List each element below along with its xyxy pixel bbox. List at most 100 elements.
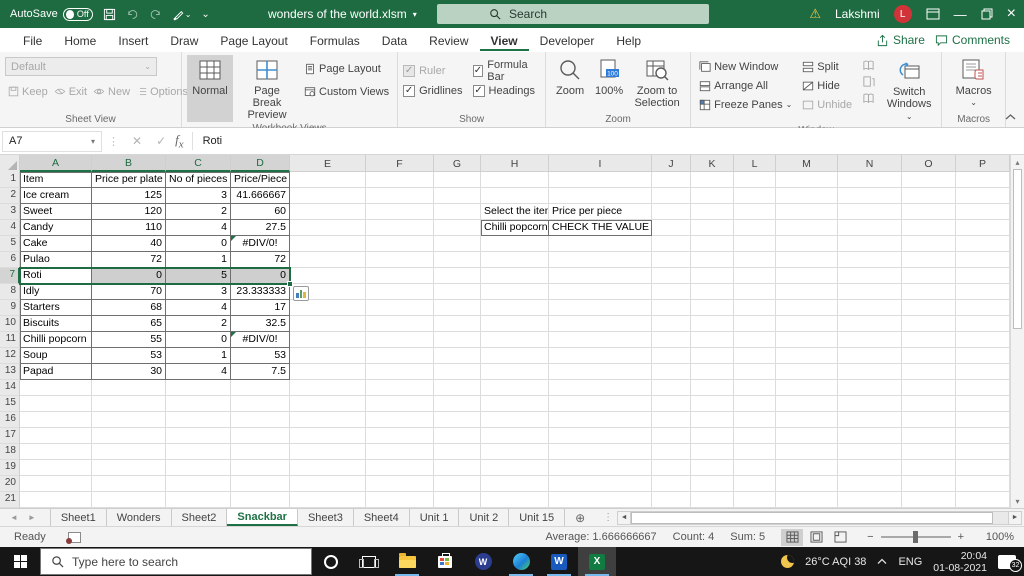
cell-G4[interactable] — [434, 220, 481, 236]
column-header-O[interactable]: O — [902, 155, 956, 172]
quick-analysis-button[interactable] — [293, 286, 309, 301]
cell-G8[interactable] — [434, 284, 481, 300]
restore-button[interactable] — [981, 8, 993, 20]
avatar[interactable]: L — [893, 5, 912, 23]
cell-C18[interactable] — [166, 444, 231, 460]
cell-F4[interactable] — [366, 220, 434, 236]
cell-E21[interactable] — [290, 492, 366, 508]
cell-D8[interactable]: 23.333333 — [231, 284, 290, 300]
cell-M7[interactable] — [776, 268, 838, 284]
switch-windows-button[interactable]: Switch Windows ⌄ — [882, 57, 936, 124]
tab-draw[interactable]: Draw — [159, 30, 209, 51]
formula-bar-checkbox[interactable]: ✓ Formula Bar — [472, 59, 541, 83]
cell-P8[interactable] — [956, 284, 1010, 300]
tab-formulas[interactable]: Formulas — [299, 30, 371, 51]
cell-H21[interactable] — [481, 492, 549, 508]
hide-button[interactable]: Hide — [799, 76, 855, 95]
cell-O13[interactable] — [902, 364, 956, 380]
cell-L2[interactable] — [734, 188, 776, 204]
cell-E11[interactable] — [290, 332, 366, 348]
comments-button[interactable]: Comments — [935, 33, 1010, 47]
cell-J17[interactable] — [652, 428, 691, 444]
sheet-tab-sheet1[interactable]: Sheet1 — [49, 509, 107, 526]
row-header-9[interactable]: 9 — [0, 300, 20, 316]
cell-F5[interactable] — [366, 236, 434, 252]
column-header-G[interactable]: G — [434, 155, 481, 172]
cell-D19[interactable] — [231, 460, 290, 476]
cell-F16[interactable] — [366, 412, 434, 428]
cell-I15[interactable] — [549, 396, 652, 412]
cell-I7[interactable] — [549, 268, 652, 284]
cell-A5[interactable]: Cake — [20, 236, 92, 252]
cell-L14[interactable] — [734, 380, 776, 396]
cell-L21[interactable] — [734, 492, 776, 508]
cell-I10[interactable] — [549, 316, 652, 332]
cell-G18[interactable] — [434, 444, 481, 460]
cell-A8[interactable]: Idly — [20, 284, 92, 300]
cell-L19[interactable] — [734, 460, 776, 476]
column-header-D[interactable]: D — [231, 155, 290, 172]
status-page-break-icon[interactable] — [829, 529, 851, 546]
cell-P2[interactable] — [956, 188, 1010, 204]
cell-L11[interactable] — [734, 332, 776, 348]
cell-P5[interactable] — [956, 236, 1010, 252]
cell-K17[interactable] — [691, 428, 734, 444]
cell-H6[interactable] — [481, 252, 549, 268]
horizontal-scroll-thumb[interactable] — [631, 511, 993, 524]
cell-N17[interactable] — [838, 428, 902, 444]
cell-H11[interactable] — [481, 332, 549, 348]
cell-C11[interactable]: 0 — [166, 332, 231, 348]
cell-P4[interactable] — [956, 220, 1010, 236]
cell-C10[interactable]: 2 — [166, 316, 231, 332]
cell-P20[interactable] — [956, 476, 1010, 492]
cell-P15[interactable] — [956, 396, 1010, 412]
cell-N5[interactable] — [838, 236, 902, 252]
cell-N7[interactable] — [838, 268, 902, 284]
cell-F13[interactable] — [366, 364, 434, 380]
cell-A11[interactable]: Chilli popcorn — [20, 332, 92, 348]
tab-data[interactable]: Data — [371, 30, 418, 51]
cell-O1[interactable] — [902, 172, 956, 188]
cell-M1[interactable] — [776, 172, 838, 188]
cell-G5[interactable] — [434, 236, 481, 252]
sheet-tab-wonders[interactable]: Wonders — [107, 509, 172, 526]
cell-D5[interactable]: #DIV/0! — [231, 236, 290, 252]
cell-D13[interactable]: 7.5 — [231, 364, 290, 380]
cell-D2[interactable]: 41.666667 — [231, 188, 290, 204]
confirm-entry-icon[interactable]: ✓ — [149, 134, 173, 148]
cell-L17[interactable] — [734, 428, 776, 444]
cell-J11[interactable] — [652, 332, 691, 348]
cell-N12[interactable] — [838, 348, 902, 364]
cell-K2[interactable] — [691, 188, 734, 204]
unhide-button[interactable]: Unhide — [799, 95, 855, 114]
row-header-20[interactable]: 20 — [0, 476, 20, 492]
cell-B6[interactable]: 72 — [92, 252, 166, 268]
column-header-K[interactable]: K — [691, 155, 734, 172]
weather-moon-icon[interactable] — [781, 555, 795, 568]
ribbon-display-options-icon[interactable] — [926, 8, 940, 20]
cell-H7[interactable] — [481, 268, 549, 284]
cell-H15[interactable] — [481, 396, 549, 412]
horizontal-scrollbar[interactable]: ⋮ ◄ ► — [603, 510, 1022, 525]
cell-J7[interactable] — [652, 268, 691, 284]
headings-checkbox[interactable]: ✓ Headings — [472, 81, 541, 101]
webex-button[interactable]: W — [464, 547, 502, 576]
cell-O6[interactable] — [902, 252, 956, 268]
cell-B1[interactable]: Price per plate — [92, 172, 166, 188]
row-header-3[interactable]: 3 — [0, 204, 20, 220]
cell-E2[interactable] — [290, 188, 366, 204]
cell-I3[interactable]: Price per piece — [549, 204, 652, 220]
sheet-tab-sheet4[interactable]: Sheet4 — [354, 509, 410, 526]
cell-I2[interactable] — [549, 188, 652, 204]
cell-O5[interactable] — [902, 236, 956, 252]
cell-L16[interactable] — [734, 412, 776, 428]
cell-P13[interactable] — [956, 364, 1010, 380]
cell-H16[interactable] — [481, 412, 549, 428]
cell-P21[interactable] — [956, 492, 1010, 508]
cell-A19[interactable] — [20, 460, 92, 476]
cell-H8[interactable] — [481, 284, 549, 300]
cell-J2[interactable] — [652, 188, 691, 204]
cell-K8[interactable] — [691, 284, 734, 300]
cell-N16[interactable] — [838, 412, 902, 428]
cell-J8[interactable] — [652, 284, 691, 300]
